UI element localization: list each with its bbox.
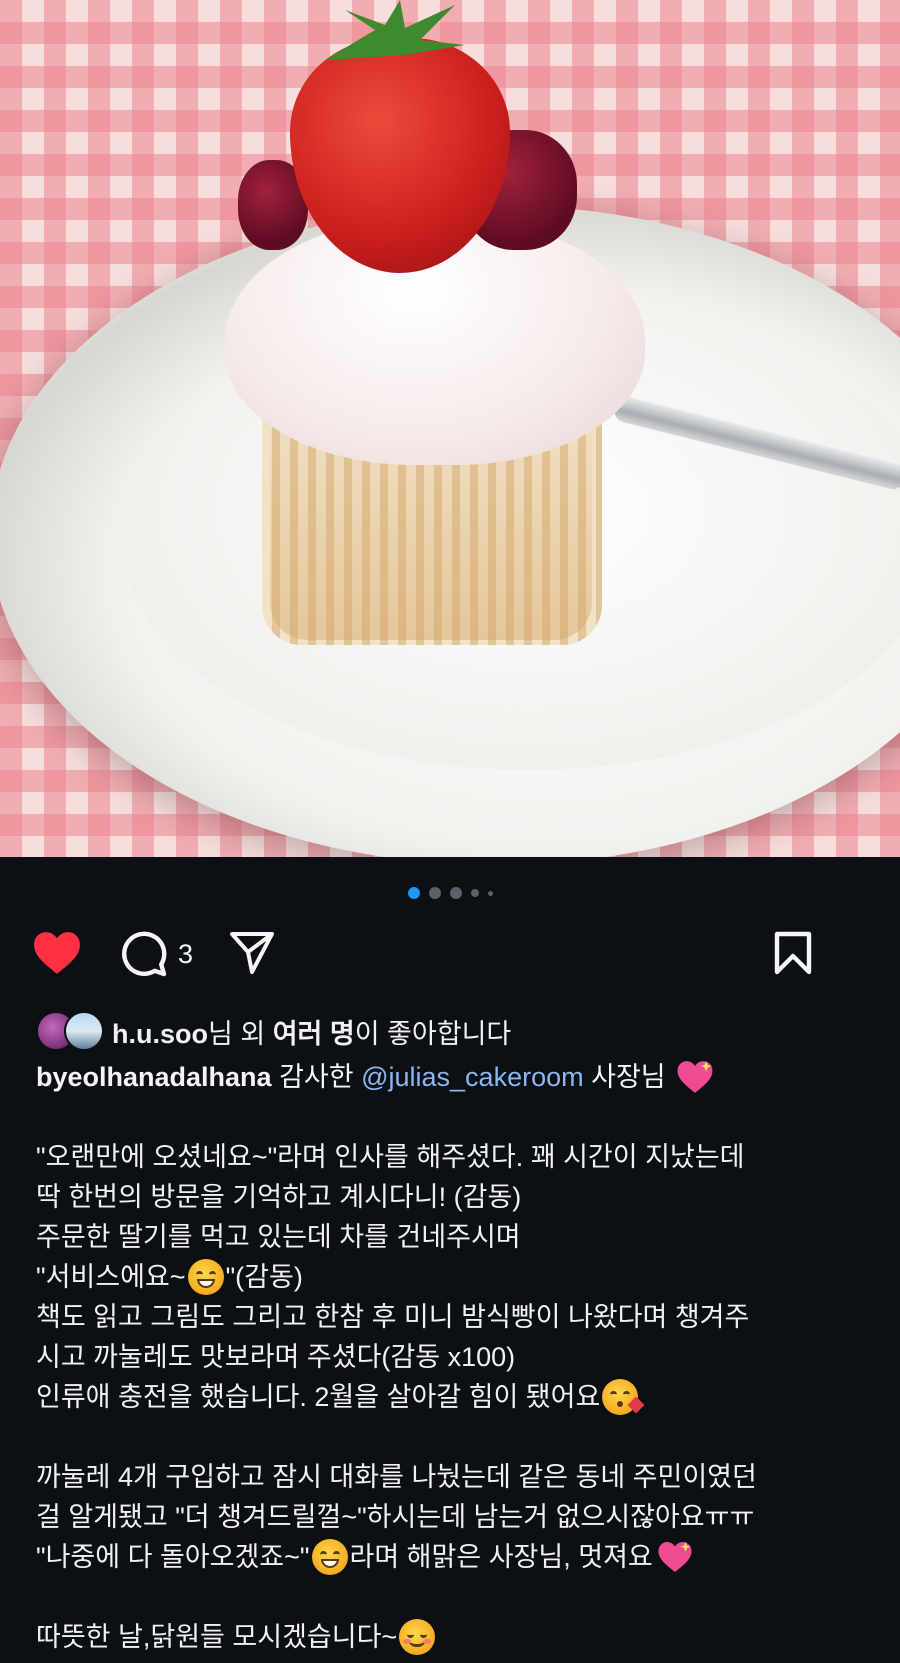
carousel-dot-1 [407, 887, 420, 899]
caption-text: 따뜻한 날,닭원들 모시겠습니다~ [36, 1622, 398, 1652]
caption-line: 주문한 딸기를 먹고 있는데 차를 건네주시며 [36, 1222, 521, 1252]
liker-avatar-2[interactable] [64, 1011, 104, 1051]
caption-body-1: "오랜만에 오셨네요~"라며 인사를 해주셨다. 꽤 시간이 지났는데 딱 한번… [36, 1137, 886, 1417]
caption-line-with-emoji: 따뜻한 날,닭원들 모시겠습니다~ [36, 1617, 886, 1657]
caption-line-with-emoji: "서비스에요~ "(감동) [36, 1257, 886, 1297]
caption-line: 책도 읽고 그림도 그리고 한참 후 미니 밤식빵이 나왔다며 챙겨주 [36, 1302, 750, 1332]
heart-filled-icon [34, 932, 80, 974]
likes-others-link[interactable]: 여러 명 [273, 1019, 355, 1049]
grinning-face-icon [311, 1539, 348, 1575]
carousel-dot-2 [428, 887, 441, 899]
first-liker[interactable]: h.u.soo [112, 1019, 208, 1049]
grinning-face-icon [187, 1259, 224, 1295]
caption-line: 딱 한번의 방문을 기억하고 계시다니! (감동) [36, 1182, 522, 1212]
face-blowing-kiss-icon [602, 1379, 645, 1415]
paper-plane-icon [230, 932, 274, 974]
likes-suffix-1: 님 외 [208, 1018, 273, 1049]
caption-body-2: 까눌레 4개 구입하고 잠시 대화를 나눴는데 같은 동네 주민이였던 걸 알게… [36, 1457, 886, 1577]
carousel-dot-5 [487, 890, 493, 896]
caption-line: 까눌레 4개 구입하고 잠시 대화를 나눴는데 같은 동네 주민이였던 [36, 1462, 757, 1492]
caption-text: "(감동) [225, 1262, 303, 1292]
carousel-dot-3 [449, 887, 462, 899]
comment-bubble-icon [122, 931, 167, 977]
post-photo[interactable] [0, 0, 900, 857]
caption-username[interactable]: byeolhanadalhana [36, 1057, 272, 1097]
save-button[interactable] [773, 930, 813, 976]
carousel-dot-4 [470, 889, 479, 897]
caption-line: 걸 알게됐고 "더 챙겨드릴껄~"하시는데 남는거 없으시잖아요ㅠㅠ [36, 1502, 755, 1532]
sparkling-heart-icon [677, 1061, 713, 1093]
action-bar: 3 [0, 930, 900, 980]
caption-header: byeolhanadalhana 감사한 @julias_cakeroom 사장… [36, 1057, 876, 1097]
caption-text-after: 사장님 [583, 1062, 666, 1092]
smiling-face-icon [399, 1619, 436, 1655]
sparkling-heart-icon [658, 1542, 692, 1572]
caption-mention[interactable]: @julias_cakeroom [361, 1057, 584, 1097]
like-button[interactable] [32, 930, 82, 976]
likes-suffix-2: 이 좋아합니다 [354, 1018, 512, 1049]
bookmark-icon [774, 931, 812, 975]
strawberry-leaves [325, 0, 465, 60]
caption-line: "오랜만에 오셨네요~"라며 인사를 해주셨다. 꽤 시간이 지났는데 [36, 1142, 745, 1172]
caption-body-3: 따뜻한 날,닭원들 모시겠습니다~ [36, 1617, 886, 1657]
caption-text: "나중에 다 돌아오겠죠~" [36, 1542, 310, 1572]
share-button[interactable] [228, 930, 276, 976]
caption-text: "서비스에요~ [36, 1262, 186, 1292]
caption-text-before: 감사한 [271, 1062, 362, 1092]
caption-line-with-emoji: "나중에 다 돌아오겠죠~" 라며 해맑은 사장님, 멋져요 [36, 1537, 886, 1577]
carousel-indicator [0, 887, 900, 899]
caption-text: 인류애 충전을 했습니다. 2월을 살아갈 힘이 됐어요 [36, 1382, 601, 1412]
comment-count: 3 [178, 938, 194, 969]
comment-button[interactable]: 3 [120, 930, 193, 978]
caption-line: 시고 까눌레도 맛보라며 주셨다(감동 x100) [36, 1342, 516, 1372]
caption-text: 라며 해맑은 사장님, 멋져요 [349, 1542, 653, 1572]
likes-text: h.u.soo님 외 여러 명이 좋아합니다 [112, 1012, 511, 1051]
likes-summary[interactable]: h.u.soo님 외 여러 명이 좋아합니다 [36, 1011, 511, 1051]
caption-line-with-emoji: 인류애 충전을 했습니다. 2월을 살아갈 힘이 됐어요 [36, 1377, 886, 1417]
